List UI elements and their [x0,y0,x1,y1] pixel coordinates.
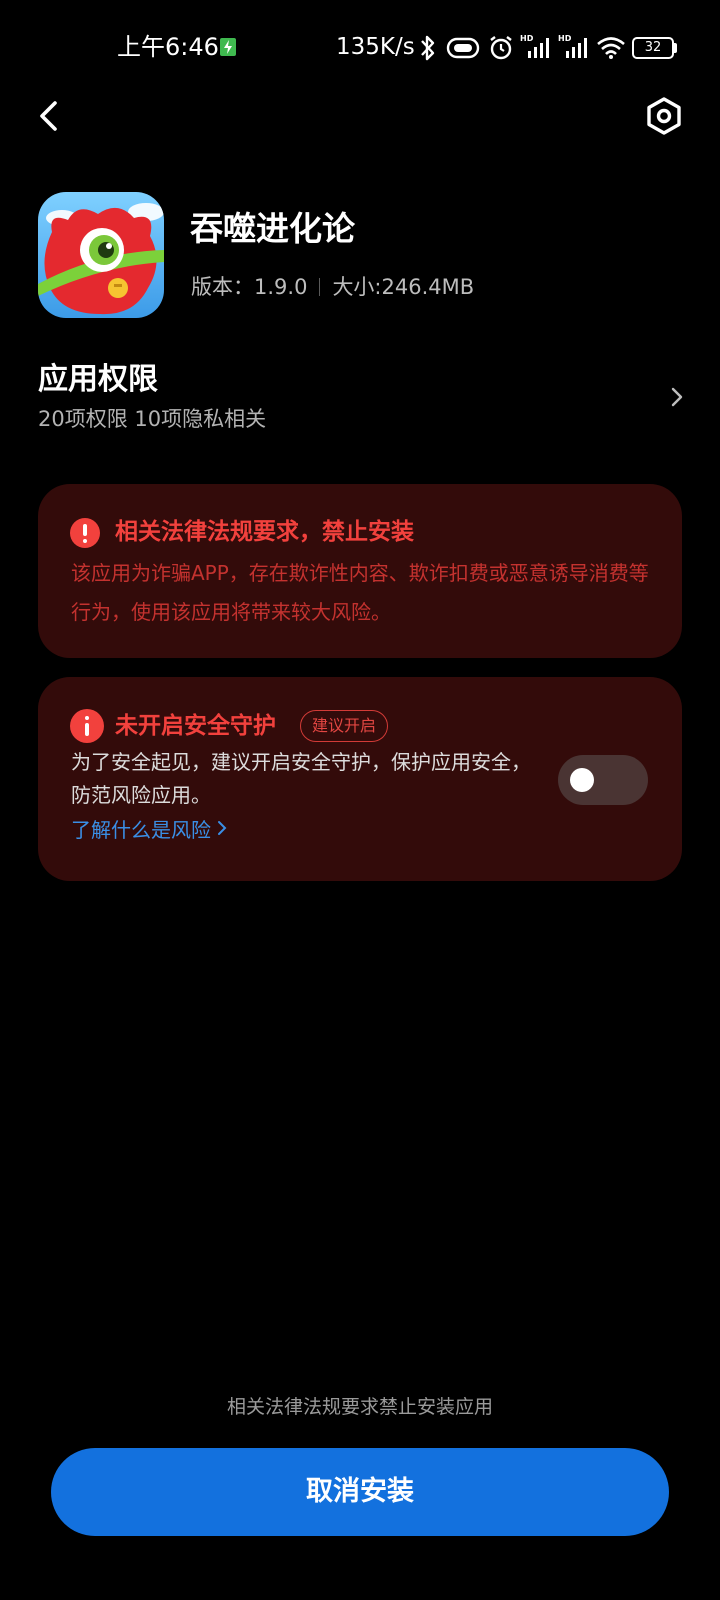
app-version: 版本：1.9.0 [191,275,308,299]
cancel-install-button[interactable]: 取消安装 [51,1448,669,1536]
learn-risk-label: 了解什么是风险 [71,818,211,842]
hexagon-gear-icon [647,97,681,135]
guard-title: 未开启安全守护 [115,713,276,739]
alert-icon [70,518,100,548]
battery-saver-icon [220,38,236,56]
status-bar: 上午6:46 135K/s HD HD 32 [0,0,720,95]
suggest-enable-badge: 建议开启 [300,710,389,742]
settings-button[interactable] [644,96,684,136]
battery-level: 32 [644,40,662,55]
chevron-right-icon [671,387,683,407]
security-guard-toggle[interactable] [558,755,648,805]
app-permissions-row[interactable]: 应用权限 20项权限 10项隐私相关 [0,356,720,440]
vibrate-icon [446,37,480,59]
wifi-icon [597,37,625,59]
network-speed: 135K/s [336,34,415,60]
app-size: 大小:246.4MB [332,275,475,299]
meta-divider [319,278,321,296]
app-name: 吞噬进化论 [190,209,355,248]
back-button[interactable] [30,94,66,138]
info-icon [70,709,104,743]
bluetooth-icon [421,35,435,61]
status-time: 上午6:46 [117,33,219,61]
cell-signal-1-icon: HD [520,34,552,60]
guard-description: 为了安全起见，建议开启安全守护，保护应用安全，防范风险应用。 [71,750,531,807]
alarm-icon [490,36,512,60]
ban-description: 该应用为诈骗APP，存在欺诈性内容、欺诈扣费或恶意诱导消费等行为，使用该应用将带… [71,561,649,624]
learn-risk-link[interactable]: 了解什么是风险 [71,815,227,845]
chevron-right-icon [218,821,227,835]
toggle-knob [570,768,594,792]
chevron-left-icon [40,101,57,131]
install-banned-card: 相关法律法规要求，禁止安装 该应用为诈骗APP，存在欺诈性内容、欺诈扣费或恶意诱… [38,484,682,658]
battery-icon: 32 [632,37,678,59]
security-guard-card: 未开启安全守护 建议开启 为了安全起见，建议开启安全守护，保护应用安全，防范风险… [38,677,682,881]
app-icon [38,192,164,318]
permissions-summary: 20项权限 10项隐私相关 [38,407,267,431]
cell-signal-2-icon: HD [558,34,590,60]
permissions-title: 应用权限 [38,362,158,397]
ban-title: 相关法律法规要求，禁止安装 [115,519,414,545]
install-blocked-note: 相关法律法规要求禁止安装应用 [226,1396,493,1418]
app-meta: 版本：1.9.0 大小:246.4MB [191,270,474,304]
